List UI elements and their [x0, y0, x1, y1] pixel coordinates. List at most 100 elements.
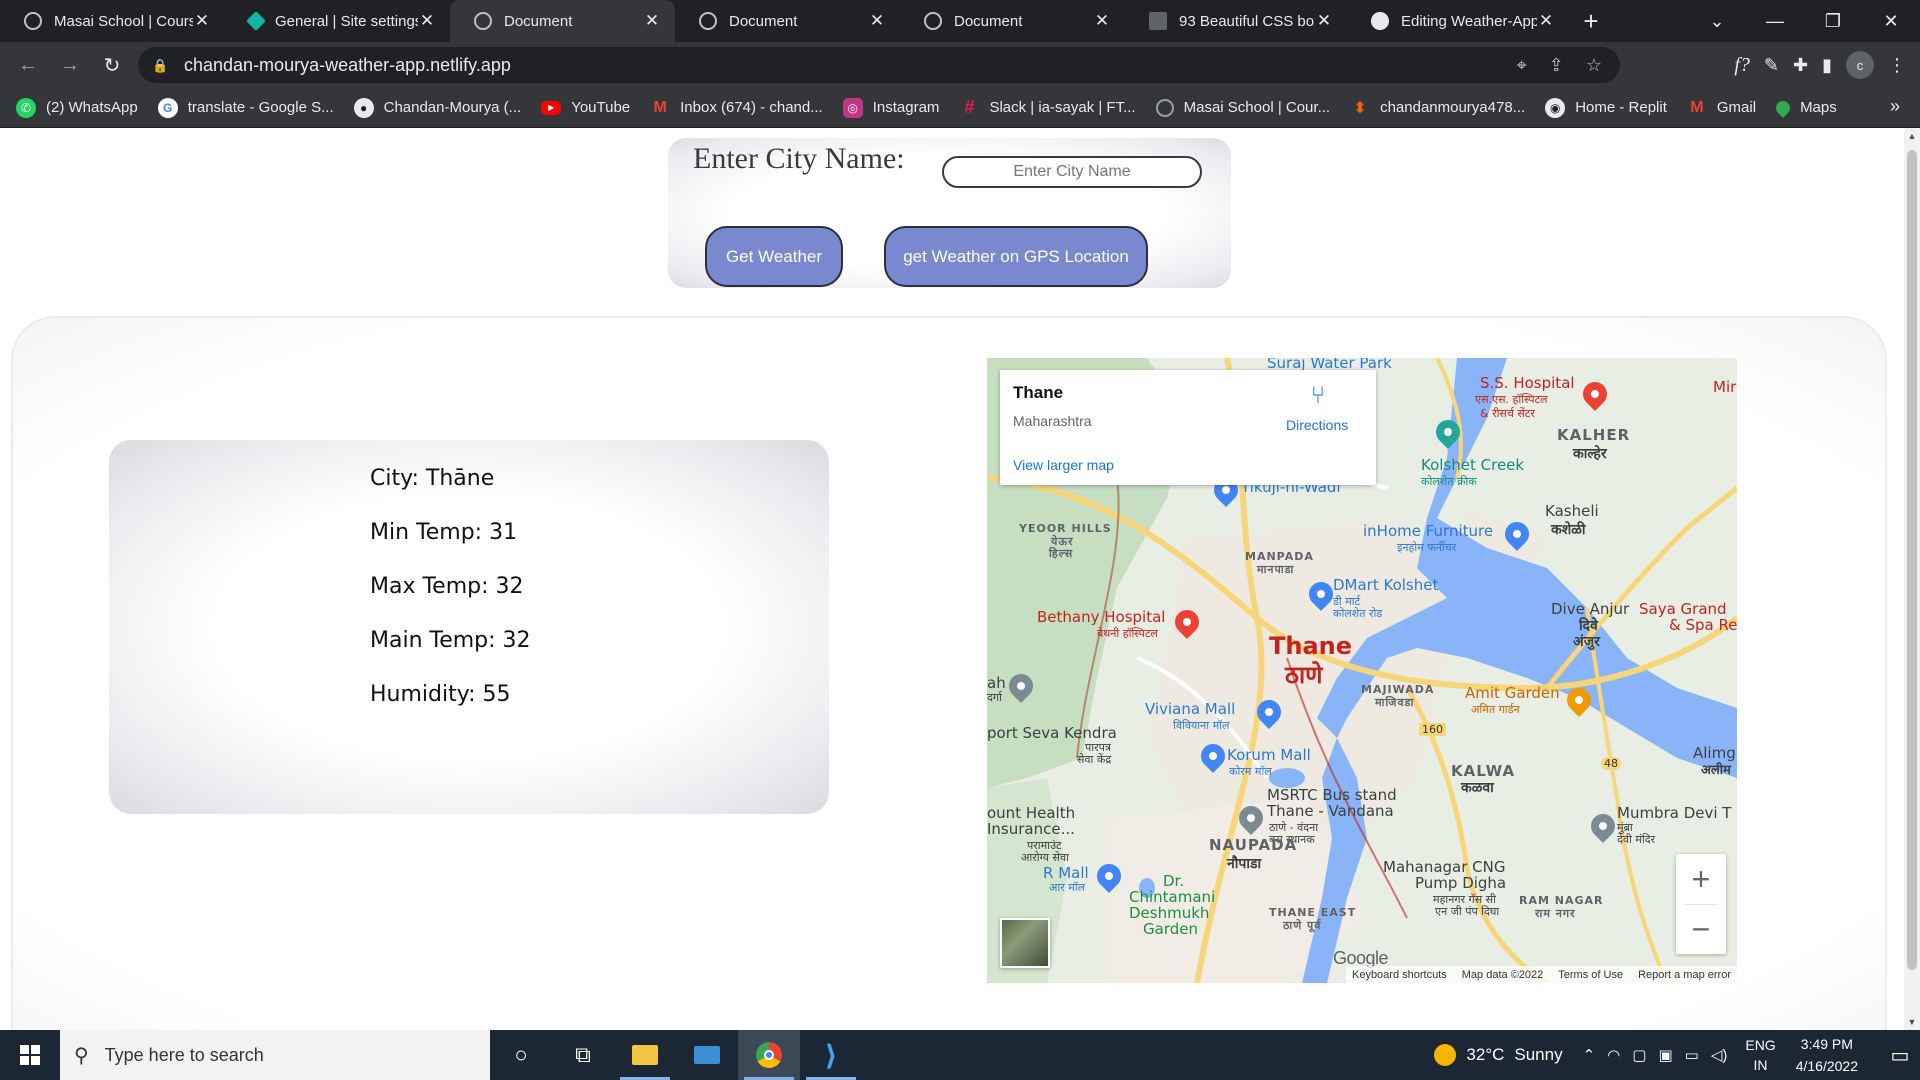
- bookmark-inbox[interactable]: M Inbox (674) - chand...: [650, 98, 822, 118]
- tab-document-3[interactable]: Document ✕: [900, 0, 1125, 42]
- bookmark-masai[interactable]: Masai School | Cour...: [1155, 98, 1330, 117]
- taskbar-search-placeholder: Type here to search: [104, 1044, 264, 1065]
- side-panel-icon[interactable]: ▮: [1822, 55, 1832, 76]
- tab-document-active[interactable]: Document ✕: [450, 0, 675, 42]
- taskbar-weather-widget[interactable]: 32°C Sunny: [1434, 1044, 1563, 1066]
- view-larger-map-link[interactable]: View larger map: [1013, 457, 1114, 473]
- minimize-button[interactable]: —: [1746, 0, 1804, 42]
- bookmark-github[interactable]: ● Chandan-Mourya (...: [353, 97, 521, 118]
- wifi-icon[interactable]: ◠: [1607, 1046, 1620, 1064]
- directions-icon[interactable]: ⑂: [1306, 384, 1330, 408]
- satellite-toggle[interactable]: [1000, 918, 1050, 968]
- cortana-icon[interactable]: ○: [490, 1030, 552, 1080]
- close-window-button[interactable]: ✕: [1862, 0, 1920, 42]
- close-tab-icon[interactable]: ✕: [1315, 11, 1333, 31]
- search-icon: ⚲: [74, 1044, 89, 1067]
- bookmarks-bar: ✆ (2) WhatsApp Gtranslate - Google S... ●…: [0, 88, 1920, 128]
- report-error-link[interactable]: Report a map error: [1638, 969, 1731, 981]
- window-controls: ⌄ — ❐ ✕: [1688, 0, 1920, 42]
- restore-button[interactable]: ❐: [1804, 0, 1862, 42]
- scroll-down-arrow-icon[interactable]: ▼: [1904, 1014, 1920, 1030]
- map-label: DMart Kolshet: [1333, 576, 1439, 594]
- close-tab-icon[interactable]: ✕: [193, 11, 211, 31]
- windows-taskbar: ⚲ Type here to search ○ ⧉ ⟩ 32°C Sunny ⌃…: [0, 1030, 1920, 1080]
- volume-icon[interactable]: ◁): [1711, 1046, 1728, 1064]
- notification-icon[interactable]: ▭: [1880, 1043, 1920, 1068]
- forward-icon[interactable]: →: [50, 45, 90, 85]
- page-scrollbar[interactable]: ▲ ▼: [1904, 128, 1920, 1030]
- mail-icon[interactable]: [676, 1030, 738, 1080]
- bookmark-translate[interactable]: Gtranslate - Google S...: [157, 97, 334, 118]
- tab-css-box[interactable]: 93 Beautiful CSS box ✕: [1125, 0, 1347, 42]
- close-tab-icon[interactable]: ✕: [643, 11, 661, 31]
- more-bookmarks-icon[interactable]: »: [1890, 96, 1900, 117]
- start-button[interactable]: [0, 1030, 60, 1080]
- tab-search-icon[interactable]: ⌄: [1688, 0, 1746, 42]
- close-tab-icon[interactable]: ✕: [418, 11, 436, 31]
- close-tab-icon[interactable]: ✕: [1537, 11, 1555, 31]
- bookmark-star-icon[interactable]: ☆: [1586, 55, 1602, 76]
- tab-masai-school[interactable]: Masai School | Course ✕: [0, 0, 225, 42]
- back-icon[interactable]: ←: [8, 45, 48, 85]
- battery-icon[interactable]: ▭: [1685, 1046, 1699, 1064]
- puzzle-extension-icon[interactable]: ✚: [1793, 55, 1808, 76]
- tab-github-editing[interactable]: Editing Weather-App/ ✕: [1347, 0, 1569, 42]
- bookmark-label: Instagram: [872, 99, 940, 116]
- tab-document-2[interactable]: Document ✕: [675, 0, 900, 42]
- new-tab-button[interactable]: +: [1569, 0, 1613, 42]
- chrome-icon[interactable]: [738, 1030, 800, 1080]
- display-icon[interactable]: ▣: [1658, 1046, 1672, 1064]
- humidity-value: Humidity: 55: [370, 682, 511, 707]
- location-icon[interactable]: ⌖: [1517, 55, 1527, 76]
- share-icon[interactable]: ⇪: [1549, 55, 1564, 76]
- embedded-google-map[interactable]: Suraj Water Park S.S. Hospital एस.एस. हॉ…: [987, 358, 1737, 983]
- bookmark-maps[interactable]: Maps: [1773, 97, 1837, 118]
- terms-link[interactable]: Terms of Use: [1558, 969, 1623, 981]
- globe-icon: [474, 12, 492, 30]
- map-label: काल्हेर: [1573, 446, 1607, 462]
- bookmark-slack[interactable]: # Slack | ia-sayak | FT...: [959, 97, 1135, 118]
- reload-icon[interactable]: ↻: [92, 45, 132, 85]
- bookmark-gmail[interactable]: M Gmail: [1687, 98, 1756, 118]
- file-explorer-icon[interactable]: [614, 1030, 676, 1080]
- globe-icon: [1155, 98, 1174, 117]
- highway-48-label: 48: [1601, 757, 1621, 770]
- bookmark-replit[interactable]: ◉ Home - Replit: [1545, 97, 1667, 118]
- bookmark-chandanmourya[interactable]: ⬍ chandanmourya478...: [1350, 98, 1525, 118]
- tab-title: Editing Weather-App/: [1401, 12, 1537, 30]
- zoom-in-button[interactable]: +: [1676, 854, 1726, 904]
- tab-site-settings[interactable]: General | Site settings ✕: [225, 0, 450, 42]
- map-label: अमित गार्डन: [1471, 703, 1520, 716]
- directions-link[interactable]: Directions: [1286, 417, 1348, 433]
- tab-title: Masai School | Course: [54, 12, 193, 30]
- map-attribution: Keyboard shortcuts Map data ©2022 Terms …: [1345, 966, 1737, 983]
- extension-f-icon[interactable]: f?: [1734, 54, 1750, 77]
- get-weather-button[interactable]: Get Weather: [705, 226, 843, 287]
- avatar[interactable]: c: [1846, 51, 1874, 79]
- lock-icon[interactable]: 🔒: [152, 58, 168, 73]
- gps-weather-button[interactable]: get Weather on GPS Location: [884, 226, 1148, 287]
- zoom-out-button[interactable]: −: [1676, 904, 1726, 954]
- meet-now-icon[interactable]: ▢: [1632, 1046, 1646, 1064]
- address-bar[interactable]: 🔒 chandan-mourya-weather-app.netlify.app…: [138, 47, 1620, 83]
- map-label: S.S. Hospital: [1480, 374, 1575, 392]
- menu-kebab-icon[interactable]: ⋮: [1888, 55, 1906, 76]
- task-view-icon[interactable]: ⧉: [552, 1030, 614, 1080]
- taskbar-clock[interactable]: 3:49 PM 4/16/2022: [1796, 1033, 1858, 1077]
- scrollbar-thumb[interactable]: [1907, 150, 1917, 970]
- bookmark-youtube[interactable]: ▶ YouTube: [541, 99, 630, 116]
- bookmark-instagram[interactable]: ◎ Instagram: [842, 97, 940, 118]
- toolbar-extensions: f? ✎ ✚ ▮ c ⋮: [1734, 42, 1920, 88]
- language-indicator[interactable]: ENG IN: [1745, 1035, 1775, 1075]
- close-tab-icon[interactable]: ✕: [1093, 11, 1111, 31]
- city-name-input[interactable]: [942, 156, 1202, 188]
- pen-extension-icon[interactable]: ✎: [1764, 55, 1779, 76]
- chevron-up-icon[interactable]: ⌃: [1583, 1046, 1596, 1064]
- close-tab-icon[interactable]: ✕: [868, 11, 886, 31]
- taskbar-search-box[interactable]: ⚲ Type here to search: [60, 1030, 490, 1080]
- bookmark-whatsapp[interactable]: ✆ (2) WhatsApp: [16, 97, 138, 118]
- map-label: हिल्स: [1049, 547, 1074, 560]
- vscode-icon[interactable]: ⟩: [800, 1030, 862, 1080]
- scroll-up-arrow-icon[interactable]: ▲: [1904, 128, 1920, 144]
- keyboard-shortcuts-link[interactable]: Keyboard shortcuts: [1352, 969, 1447, 981]
